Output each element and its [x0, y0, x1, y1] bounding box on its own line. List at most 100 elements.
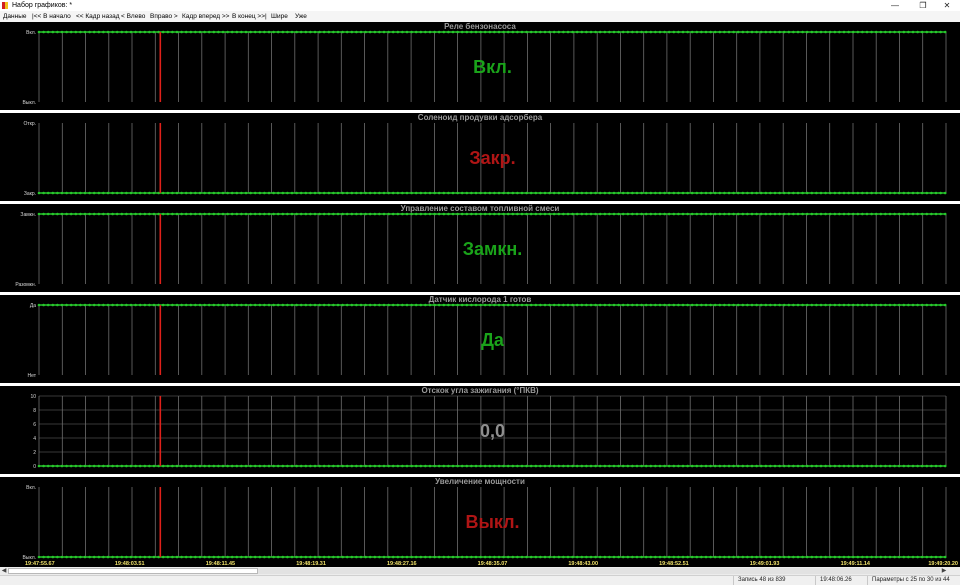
signal-point	[723, 30, 726, 34]
signal-point	[631, 212, 634, 216]
signal-point	[787, 303, 791, 307]
chart-panel-knock-retard[interactable]: Отскок угла зажигания (°ПКВ) 10 8 6 4 2 0 0,0	[0, 386, 960, 474]
signal-point	[539, 212, 542, 216]
signal-point	[249, 191, 252, 195]
signal-point	[451, 303, 455, 307]
signal-point	[428, 191, 432, 195]
signal-point	[69, 30, 73, 34]
signal-point	[640, 464, 643, 468]
menu-wider[interactable]: Шире	[271, 11, 288, 22]
signal-point	[718, 555, 722, 559]
y-top-label: Да	[30, 303, 36, 309]
menu-frame-forward[interactable]: Кадр вперед >>	[182, 11, 229, 22]
signal-point	[516, 303, 519, 307]
signal-point	[249, 303, 252, 307]
signal-point	[934, 30, 938, 34]
signal-point	[741, 212, 745, 216]
signal-point	[649, 303, 653, 307]
signal-point	[437, 30, 441, 34]
signal-point	[631, 464, 634, 468]
signal-point	[447, 464, 450, 468]
signal-point	[125, 191, 128, 195]
scroll-thumb[interactable]	[8, 568, 258, 574]
signal-point	[566, 191, 570, 195]
signal-point	[562, 555, 565, 559]
signal-point	[102, 30, 105, 34]
signal-point	[525, 464, 528, 468]
menu-data[interactable]: Данные	[3, 11, 26, 22]
signal-point	[65, 30, 68, 34]
signal-point	[336, 303, 340, 307]
minimize-icon[interactable]: —	[882, 0, 908, 11]
close-icon[interactable]: ✕	[934, 0, 960, 11]
horizontal-scrollbar[interactable]: ◀ ▶	[0, 567, 960, 575]
signal-point	[51, 303, 55, 307]
scroll-track[interactable]	[8, 568, 940, 574]
signal-point	[419, 30, 423, 34]
signal-point	[759, 464, 763, 468]
signal-point	[727, 191, 731, 195]
chart-panel-purge-solenoid[interactable]: Соленоид продувки адсорбера Откр. Закр. За…	[0, 113, 960, 201]
menu-go-start[interactable]: |<< В начало	[32, 11, 71, 22]
signal-point	[198, 303, 202, 307]
menu-go-end[interactable]: В конец >>|	[232, 11, 267, 22]
signal-point	[359, 464, 363, 468]
chart-panel-fuel-pump-relay[interactable]: Реле бензонасоса Вкл. Выкл. Вкл.	[0, 22, 960, 110]
panel-plot[interactable]: Вкл.Выкл.Выкл.19:47:55.67 19:48:03.51 19:4…	[0, 477, 960, 567]
signal-point	[37, 30, 41, 34]
signal-point	[368, 30, 372, 34]
scroll-left-icon[interactable]: ◀	[0, 567, 8, 575]
signal-point	[755, 30, 758, 34]
signal-point	[88, 30, 91, 34]
signal-point	[166, 555, 170, 559]
signal-point	[667, 464, 671, 468]
signal-point	[506, 212, 510, 216]
signal-point	[148, 212, 151, 216]
signal-point	[884, 212, 887, 216]
signal-point	[212, 212, 216, 216]
signal-point	[681, 303, 685, 307]
menu-frame-back[interactable]: << Кадр назад	[76, 11, 120, 22]
signal-point	[741, 191, 745, 195]
panel-plot[interactable]: 10 8 6 4 2 0 0,0	[0, 386, 960, 474]
signal-point	[474, 191, 478, 195]
menu-narrower[interactable]: Уже	[295, 11, 307, 22]
chart-panel-mixture-control[interactable]: Управление составом топливной смеси Замк…	[0, 204, 960, 292]
signal-point	[884, 191, 887, 195]
signal-point	[663, 30, 666, 34]
signal-point	[309, 303, 312, 307]
chart-panel-power-enrichment[interactable]: Увеличение мощности Вкл. Выкл. Выкл. 19:47:…	[0, 477, 960, 567]
menu-right[interactable]: Вправо >	[150, 11, 178, 22]
scroll-right-icon[interactable]: ▶	[940, 567, 948, 575]
signal-point	[658, 212, 662, 216]
signal-point	[677, 212, 680, 216]
signal-point	[916, 303, 919, 307]
signal-point	[838, 212, 841, 216]
signal-point	[520, 212, 524, 216]
signal-point	[824, 212, 827, 216]
signal-point	[350, 191, 354, 195]
panel-plot[interactable]: Да Нет Да	[0, 295, 960, 383]
chart-panel-o2-sensor-ready[interactable]: Датчик кислорода 1 готов Да Нет Да	[0, 295, 960, 383]
signal-point	[502, 191, 505, 195]
signal-point	[893, 464, 896, 468]
panel-plot[interactable]: Вкл. Выкл. Вкл.	[0, 22, 960, 110]
signal-point	[138, 555, 142, 559]
restore-icon[interactable]: ❐	[910, 0, 936, 11]
signal-point	[313, 30, 317, 34]
signal-point	[750, 555, 754, 559]
panel-plot[interactable]: Замкн. Разомкн. Замкн.	[0, 204, 960, 292]
signal-point	[700, 303, 703, 307]
signal-point	[663, 191, 666, 195]
signal-point	[511, 191, 515, 195]
signal-point	[580, 212, 584, 216]
signal-point	[286, 30, 289, 34]
signal-point	[465, 30, 469, 34]
panel-plot[interactable]: Откр. Закр. Закр.	[0, 113, 960, 201]
menu-left[interactable]: < Влево	[121, 11, 145, 22]
signal-point	[842, 464, 846, 468]
signal-point	[180, 464, 183, 468]
signal-point	[598, 191, 602, 195]
signal-point	[815, 555, 818, 559]
signal-point	[304, 555, 308, 559]
